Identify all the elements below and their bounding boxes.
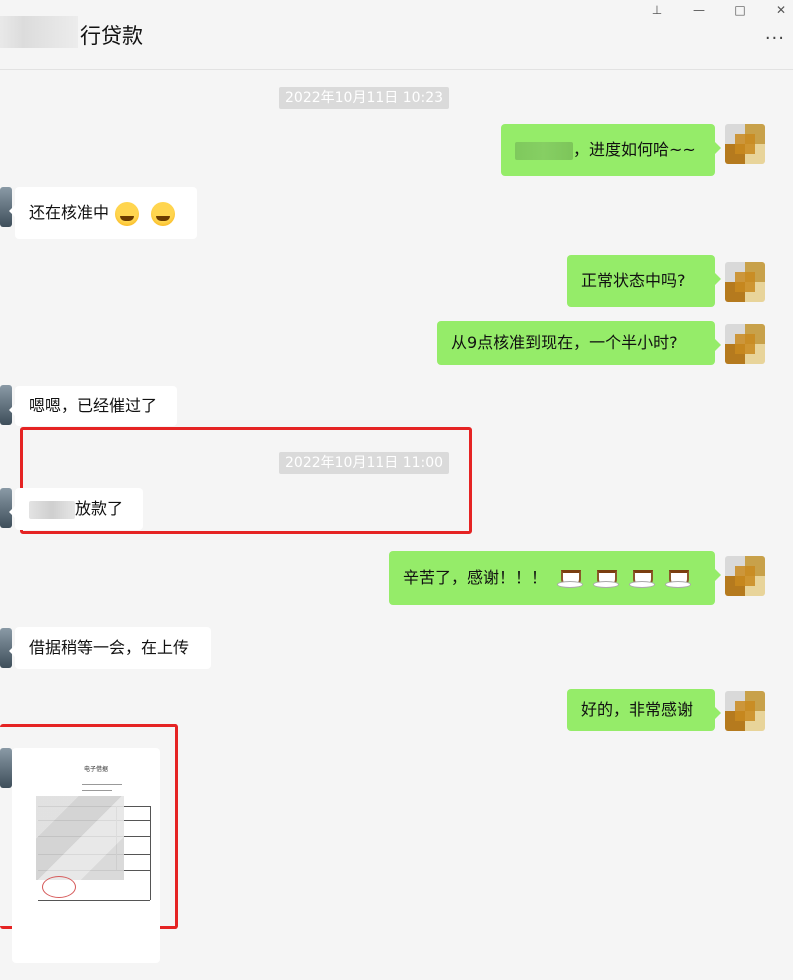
received-message-bubble[interactable]: 嗯嗯，已经催过了: [9, 386, 177, 426]
message-text: 还在核准中: [29, 203, 110, 222]
document-title: 电子借据: [84, 766, 109, 773]
hot-beverage-emoji-icon: [629, 568, 656, 590]
sent-message-bubble[interactable]: ，进度如何哈~~: [501, 124, 721, 176]
message-text: 好的，非常感谢: [581, 700, 694, 719]
redacted-text: [515, 141, 573, 160]
close-icon[interactable]: ✕: [771, 2, 791, 18]
contact-avatar[interactable]: [0, 748, 12, 788]
self-avatar[interactable]: [725, 556, 765, 596]
self-avatar[interactable]: [725, 691, 765, 731]
message-text: 正常状态中吗?: [581, 271, 686, 290]
message-text: 放款了: [75, 499, 124, 518]
message-text: 从9点核准到现在，一个半小时?: [451, 333, 678, 352]
hot-beverage-emoji-icon: [593, 568, 620, 590]
document-line: [150, 806, 151, 900]
laughing-crying-emoji-icon: [115, 201, 140, 226]
document-line: [82, 784, 122, 785]
pin-icon[interactable]: ⊥: [647, 2, 667, 18]
sent-message-bubble[interactable]: 从9点核准到现在，一个半小时?: [437, 321, 721, 365]
chat-title: 行贷款: [80, 24, 143, 48]
self-avatar[interactable]: [725, 262, 765, 302]
message-timestamp: 2022年10月11日 11:00: [279, 452, 450, 474]
sent-message-bubble[interactable]: 好的，非常感谢: [567, 689, 721, 731]
message-text: ，进度如何哈~~: [573, 140, 696, 159]
document-line: [82, 790, 112, 791]
redacted-document-area: [36, 796, 124, 880]
self-avatar[interactable]: [725, 124, 765, 164]
chat-header: 行贷款 ⊥ — □ ✕ ···: [0, 0, 793, 70]
document-thumbnail: 电子借据: [26, 758, 151, 943]
message-timestamp: 2022年10月11日 10:23: [279, 87, 450, 109]
message-text: 嗯嗯，已经催过了: [29, 396, 158, 415]
minimize-icon[interactable]: —: [689, 2, 709, 18]
laughing-crying-emoji-icon: [151, 201, 176, 226]
hot-beverage-emoji-icon: [665, 568, 692, 590]
redacted-text: [29, 500, 75, 519]
sent-message-bubble[interactable]: 正常状态中吗?: [567, 255, 721, 307]
received-message-bubble[interactable]: 借据稍等一会，在上传: [9, 627, 211, 669]
received-message-bubble[interactable]: 还在核准中: [9, 187, 197, 239]
message-text: 借据稍等一会，在上传: [29, 638, 190, 657]
message-text: 辛苦了，感谢！！！: [403, 568, 548, 587]
more-options-icon[interactable]: ···: [765, 30, 785, 48]
hot-beverage-emoji-icon: [557, 568, 584, 590]
self-avatar[interactable]: [725, 324, 765, 364]
document-preview-card[interactable]: 电子借据: [12, 748, 160, 963]
received-message-bubble[interactable]: 放款了: [9, 488, 143, 530]
red-seal-stamp: [42, 876, 76, 898]
document-line: [38, 900, 150, 901]
redacted-title-prefix: [0, 16, 78, 48]
sent-message-bubble[interactable]: 辛苦了，感谢！！！: [389, 551, 721, 605]
maximize-icon[interactable]: □: [730, 2, 750, 18]
